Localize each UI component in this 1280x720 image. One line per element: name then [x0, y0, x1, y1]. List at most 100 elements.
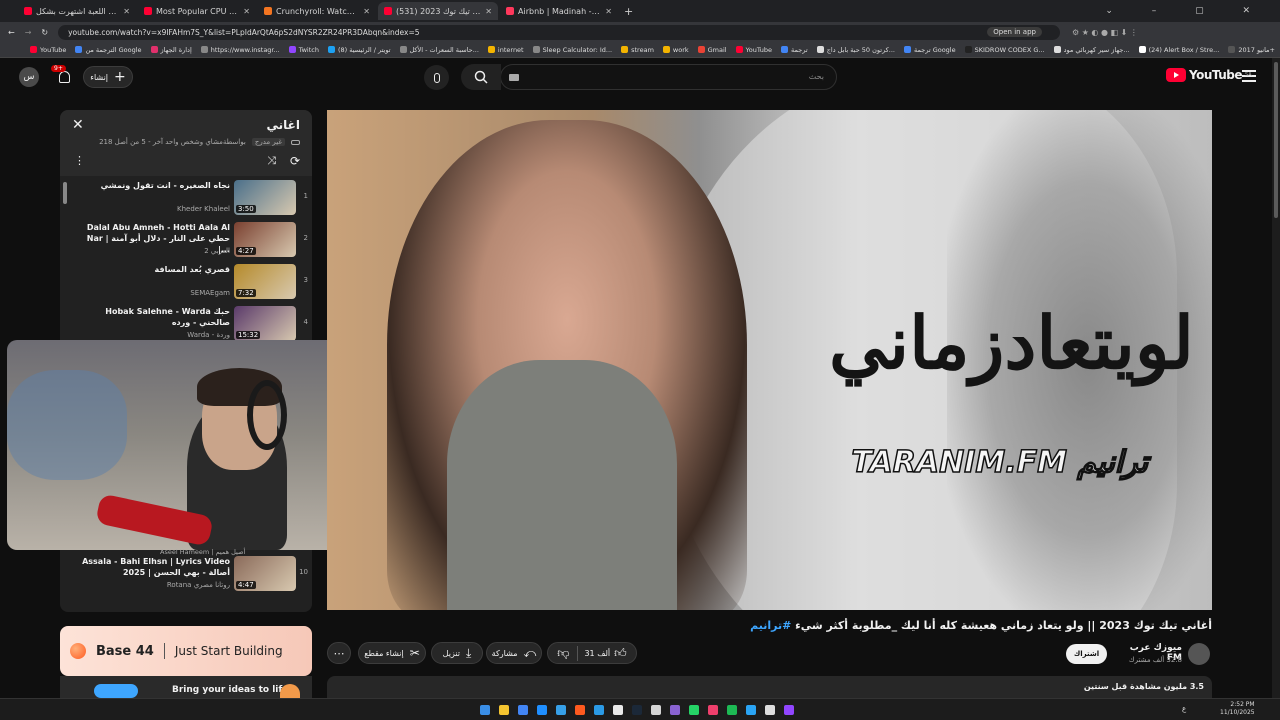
region-code: SA — [1245, 72, 1252, 78]
taskbar-app-icon[interactable] — [556, 705, 566, 715]
taskbar-app-icon[interactable] — [537, 705, 547, 715]
bookmark-item[interactable]: Sleep Calculator: Id... — [532, 46, 612, 54]
browser-tab[interactable]: Airbnb | Madinah - Vacation Re... ✕ — [500, 2, 618, 20]
loop-icon[interactable]: ⟳ — [290, 154, 300, 168]
download-button[interactable]: تنزيل ⤓ — [431, 642, 483, 664]
taskbar-app-icon[interactable] — [632, 705, 642, 715]
forward-icon[interactable]: → — [25, 28, 32, 37]
bookmark-item[interactable]: حاسبة السعرات - الأكل... — [399, 46, 479, 54]
clock[interactable]: 2:52 PM 11/10/2025 — [1220, 701, 1255, 717]
taskbar-app-icon[interactable] — [727, 705, 737, 715]
ad-card[interactable]: Bring your ideas to life — [60, 676, 312, 698]
taskbar-app-icon[interactable] — [518, 705, 528, 715]
video-hashtag[interactable]: #ترانيم — [750, 619, 791, 632]
close-tab-icon[interactable]: ✕ — [123, 7, 130, 16]
bookmark-item[interactable]: SKIDROW CODEX G... — [964, 46, 1045, 54]
close-tab-icon[interactable]: ✕ — [605, 7, 612, 16]
dislike-button[interactable]: 👎︎ — [557, 645, 579, 661]
like-button[interactable]: 31 ألف 👍︎ — [584, 646, 626, 661]
taskbar-app-icon[interactable] — [784, 705, 794, 715]
description-box[interactable]: 3.5 مليون مشاهدة قبل سنتين — [327, 676, 1212, 698]
taskbar-app-icon[interactable] — [708, 705, 718, 715]
playlist-item[interactable]: 1 3:50 نجاه الصغيره - انت تقول ونمشي Kheder… — [60, 178, 312, 218]
playlist-item[interactable]: 2 4:27 Dalal Abu Amneh - Hotti Aala Al Nar… — [60, 220, 312, 260]
extensions-area[interactable]: ⚙ ★ ◐ ● ◧ ⬇ ⋮ — [1060, 28, 1280, 37]
bookmark-item[interactable]: stream — [621, 46, 654, 54]
search-button[interactable] — [461, 64, 501, 90]
share-button[interactable]: مشاركة ⤺ — [486, 642, 542, 664]
url-field[interactable]: youtube.com/watch?v=x9IFAHm7S_Y&list=PLp… — [58, 24, 1060, 40]
playlist-item[interactable]: 4 15:32 Hobak Salehne - Warda حبك صالحني -… — [60, 304, 312, 344]
bookmark-item[interactable]: (24) Alert Box / Stre... — [1138, 46, 1219, 54]
taskbar-app-icon[interactable] — [765, 705, 775, 715]
close-tab-icon[interactable]: ✕ — [485, 7, 492, 16]
bookmark-item[interactable]: الترجمة من Google — [75, 46, 142, 54]
back-icon[interactable]: ← — [8, 28, 15, 37]
ad-tagline: Just Start Building — [174, 644, 283, 658]
window-controls[interactable]: ⌄ – ▢ ✕ — [1105, 6, 1268, 16]
subscribe-button[interactable]: اشتراك — [1066, 644, 1107, 664]
taskbar-app-icon[interactable] — [575, 705, 585, 715]
open-in-app-button[interactable]: Open in app — [987, 27, 1042, 37]
more-actions-button[interactable]: ⋯ — [327, 642, 351, 664]
bookmark-item[interactable]: YouTube — [735, 46, 772, 54]
scrollbar-thumb[interactable] — [1274, 62, 1278, 218]
shuffle-icon[interactable]: ⤨ — [267, 154, 276, 168]
ad-cta-button[interactable] — [94, 684, 138, 698]
bookmark-item[interactable]: internet — [487, 46, 524, 54]
taskbar-app-icon[interactable] — [651, 705, 661, 715]
bookmark-item[interactable]: مانيو 2017+ — [1228, 46, 1275, 54]
close-tab-icon[interactable]: ✕ — [363, 7, 370, 16]
browser-tab[interactable]: Most Popular CPU and GPU Co... ✕ — [138, 2, 256, 20]
avatar[interactable]: س — [19, 67, 39, 87]
close-tab-icon[interactable]: ✕ — [243, 7, 250, 16]
bookmark-item[interactable]: ترجمة Google — [903, 46, 956, 54]
taskbar-app-icon[interactable] — [613, 705, 623, 715]
new-tab-button[interactable]: + — [624, 5, 633, 18]
taskbar-app-icon[interactable] — [689, 705, 699, 715]
browser-tab[interactable]: ليش هذي اللعبة اشتهرت بشكل... ✕ — [18, 2, 136, 20]
microphone-icon — [433, 72, 440, 83]
bookmark-item[interactable]: work — [662, 46, 689, 54]
page-scrollbar[interactable] — [1272, 58, 1280, 698]
youtube-logo[interactable]: YouTube SA — [1166, 68, 1252, 82]
close-playlist-icon[interactable]: ✕ — [72, 117, 84, 133]
bookmark-item[interactable]: Twitch — [288, 46, 319, 54]
logo-text: YouTube — [1189, 68, 1243, 82]
more-options-icon[interactable]: ⋮ — [74, 154, 85, 167]
channel-avatar[interactable] — [1188, 643, 1210, 665]
bookmark-item[interactable]: جهاز سير كهربائي مود... — [1053, 46, 1130, 54]
playlist-meta: بواسطةمشاي وشخص واحد آخر - 5 من أصل 218 — [99, 138, 246, 146]
voice-search-button[interactable] — [424, 65, 449, 90]
create-button[interactable]: إنشاء + — [83, 66, 133, 88]
taskbar-app-icon[interactable] — [594, 705, 604, 715]
taskbar-app-icon[interactable] — [670, 705, 680, 715]
bookmark-item[interactable]: كرتون 50 حبة بابل داج... — [816, 46, 895, 54]
browser-tab[interactable]: Crunchyroll: Watch Popular An... ✕ — [258, 2, 376, 20]
bookmark-item[interactable]: ترجمة — [781, 46, 808, 54]
browser-tab[interactable]: (531) أغاني تيك توك 2023 ||✕ — [378, 2, 498, 20]
bookmark-icon — [1228, 46, 1236, 53]
input-language[interactable]: ع — [1182, 705, 1186, 713]
reload-icon[interactable]: ↻ — [41, 28, 48, 37]
bookmark-item[interactable]: (8) تويتر / الرئيسية — [327, 46, 391, 54]
keyboard-icon[interactable] — [509, 74, 519, 81]
video-player[interactable]: لويتعادزماني TARANIM.FM ترانيم — [327, 110, 1212, 610]
notification-badge: 9+ — [51, 65, 66, 72]
playlist-item[interactable]: 3 7:32 قصري بُعد المسافة SEMAEgam — [60, 262, 312, 302]
taskbar-app-icon[interactable] — [480, 705, 490, 715]
bookmark-item[interactable]: Gmail — [697, 46, 727, 54]
download-label: تنزيل — [442, 648, 461, 658]
taskbar-app-icon[interactable] — [499, 705, 509, 715]
clip-button[interactable]: إنشاء مقطع ✂ — [358, 642, 426, 664]
ad-banner[interactable]: Base 44 Just Start Building — [60, 626, 312, 676]
bookmark-item[interactable]: https://www.instagr... — [200, 46, 280, 54]
taskbar-app-icon[interactable] — [746, 705, 756, 715]
playlist-item[interactable]: 10 4:47 Assala - Bahi Elhsn | Lyrics Video… — [60, 554, 312, 594]
search-bar[interactable]: بحث — [500, 64, 837, 90]
bookmark-icon — [288, 46, 296, 53]
notifications-button[interactable]: 9+ — [51, 65, 74, 86]
bookmark-item[interactable]: YouTube — [30, 46, 66, 54]
bookmark-item[interactable]: إدارة الجهاز — [150, 46, 192, 54]
bookmark-icon — [1138, 46, 1146, 53]
